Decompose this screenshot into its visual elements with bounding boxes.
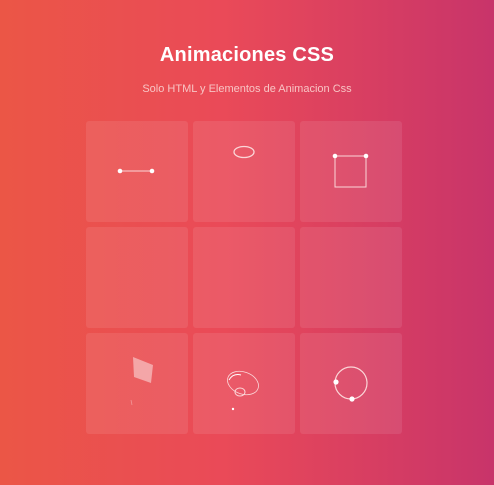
orbit-circle-icon: [333, 366, 368, 402]
page-title: Animaciones CSS: [159, 44, 335, 66]
dumbbell-line-icon: [117, 168, 155, 174]
page-subtitle: Solo HTML y Elementos de Animacion Css: [142, 83, 352, 95]
animation-cell-3[interactable]: [300, 121, 402, 222]
animation-cell-2[interactable]: [193, 121, 295, 222]
ellipse-ring-icon: [233, 145, 255, 159]
animation-cell-8[interactable]: [193, 333, 295, 434]
animation-grid: [86, 121, 402, 434]
animation-cell-9[interactable]: [300, 333, 402, 434]
spiral-rings-icon: [227, 370, 259, 411]
animation-cell-6[interactable]: [300, 227, 402, 328]
square-outline-icon: [332, 153, 369, 188]
animation-cell-4[interactable]: [86, 227, 188, 328]
animation-cell-1[interactable]: [86, 121, 188, 222]
animation-cell-5[interactable]: [193, 227, 295, 328]
parallelogram-icon: [130, 357, 153, 406]
page-header: Animaciones CSS Solo HTML y Elementos de…: [0, 44, 494, 95]
animation-cell-7[interactable]: [86, 333, 188, 434]
